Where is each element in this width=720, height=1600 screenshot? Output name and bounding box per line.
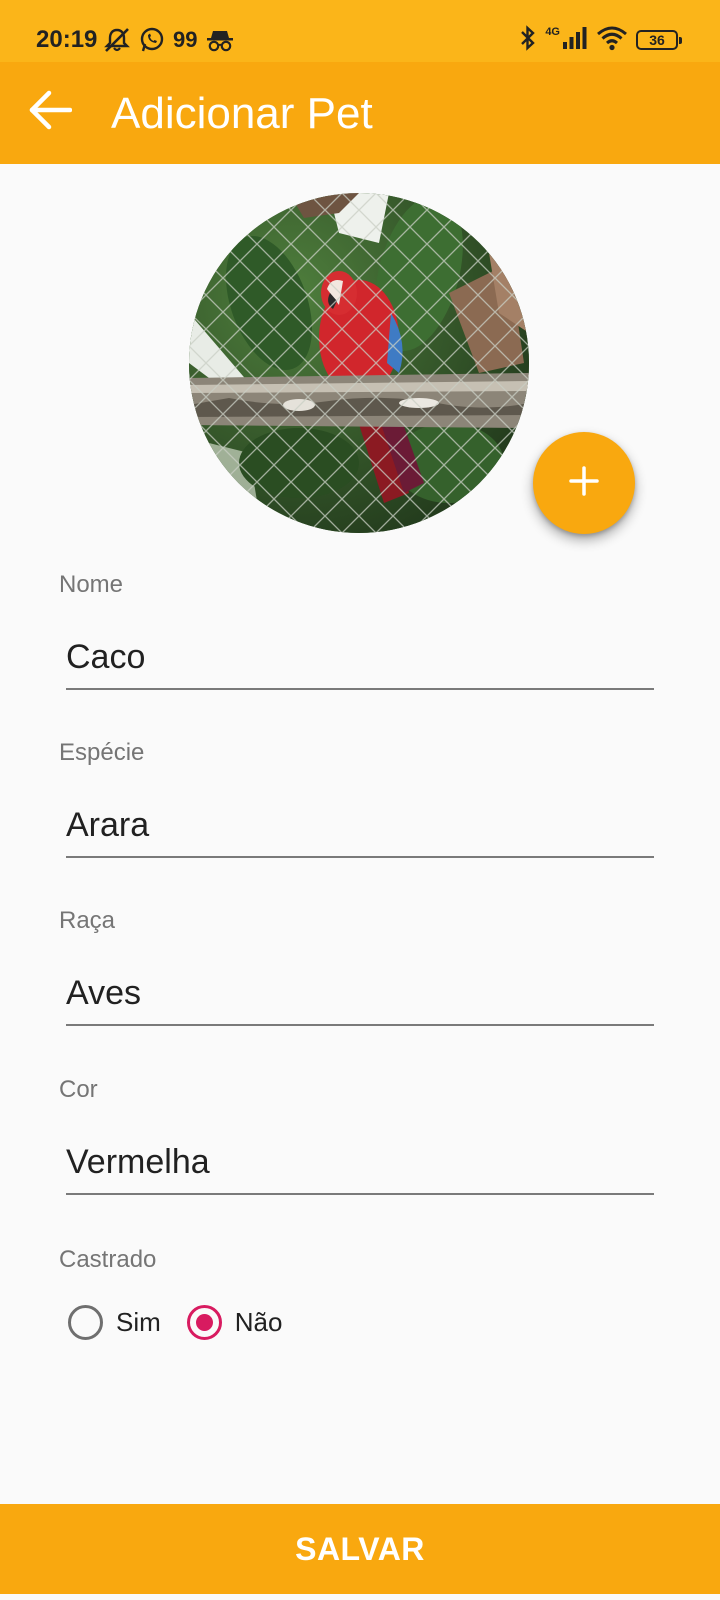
castrado-radio-group: Sim Não <box>68 1302 308 1342</box>
network-type-label: 4G <box>545 26 560 38</box>
status-left-icons: 99 <box>103 26 235 54</box>
nome-field[interactable] <box>66 634 654 690</box>
incognito-icon <box>205 27 235 53</box>
plus-icon <box>569 465 599 501</box>
castrado-label: Castrado <box>59 1246 157 1273</box>
muted-bell-icon <box>103 27 131 53</box>
radio-button-selected[interactable] <box>186 1304 222 1340</box>
radio-option-nao[interactable]: Não <box>186 1304 283 1340</box>
page-title: Adicionar Pet <box>111 89 373 138</box>
raca-field[interactable] <box>66 970 654 1026</box>
pet-photo[interactable] <box>189 193 529 533</box>
add-photo-button[interactable] <box>533 432 635 534</box>
especie-label: Espécie <box>59 739 145 766</box>
raca-label: Raça <box>59 907 116 934</box>
radio-label-sim: Sim <box>116 1307 161 1337</box>
especie-field[interactable] <box>66 802 654 858</box>
radio-label-nao: Não <box>234 1307 283 1337</box>
nome-label: Nome <box>59 571 124 598</box>
back-button[interactable] <box>22 84 78 140</box>
cor-field[interactable] <box>66 1139 654 1195</box>
status-right-icons: 4G 36 <box>519 24 682 57</box>
radio-button-unselected[interactable] <box>68 1304 103 1340</box>
status-time: 20:19 <box>36 26 98 53</box>
save-button[interactable]: SALVAR <box>0 1504 720 1594</box>
status-badge-count: 99 <box>173 27 198 52</box>
cor-label: Cor <box>59 1076 98 1103</box>
radio-selected-dot <box>195 1313 213 1331</box>
bluetooth-icon <box>519 24 537 57</box>
arrow-back-icon <box>28 90 73 135</box>
status-bar: 20:19 99 4G 36 <box>0 0 720 62</box>
wifi-icon <box>596 25 628 56</box>
save-button-label: SALVAR <box>295 1530 425 1567</box>
radio-option-sim[interactable]: Sim <box>68 1304 161 1340</box>
battery-indicator: 36 <box>636 30 682 50</box>
signal-icon <box>562 26 588 55</box>
whatsapp-icon <box>139 27 165 53</box>
app-bar: Adicionar Pet <box>0 62 720 164</box>
